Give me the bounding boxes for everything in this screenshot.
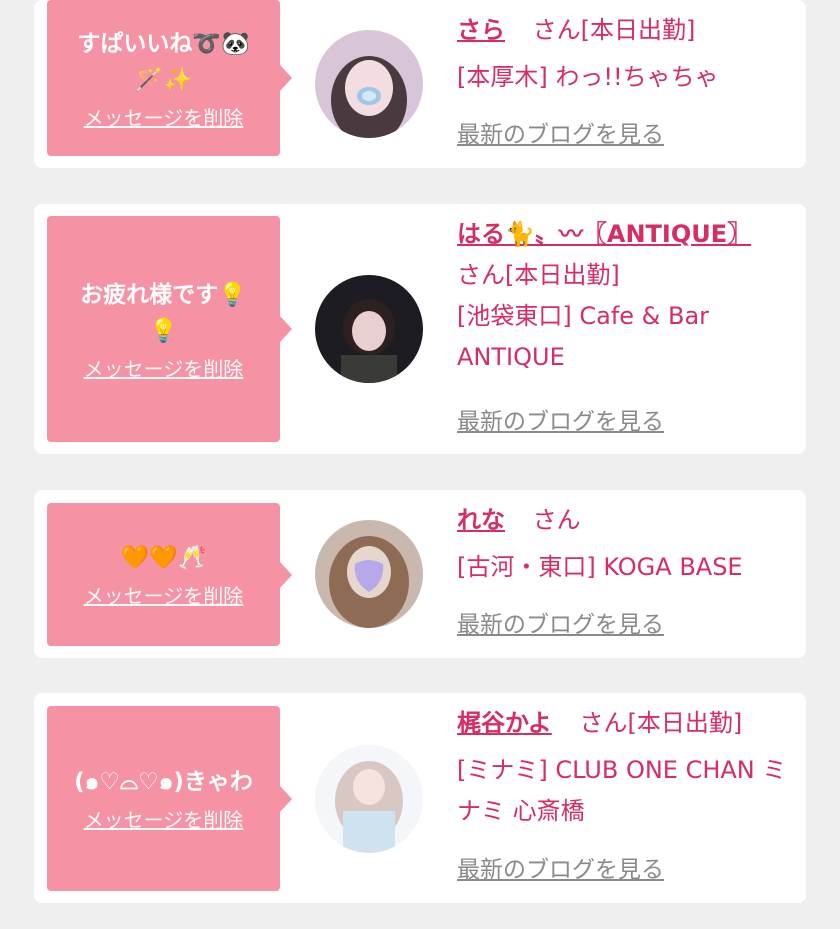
cast-name-line: れな さん [457,500,797,541]
avatar[interactable] [315,30,423,138]
avatar[interactable] [315,275,423,383]
shop-name: [古河・東口] KOGA BASE [457,553,743,581]
blog-row: 最新のブログを見る [457,115,797,156]
cast-info: さら さん[本日出勤] [本厚木] わっ!!ちゃちゃ [457,10,797,98]
shop-name: [池袋東口] Cafe & Bar ANTIQUE [457,302,710,371]
message-bubble: お疲れ様です💡 💡 メッセージを削除 [47,216,292,442]
cast-status: さん[本日出勤] [579,709,743,737]
cast-name-link[interactable]: 梶谷かよ [457,709,552,737]
cast-name-link[interactable]: はる🐈〟〰〖ANTIQUE〗 [457,220,751,248]
message-card: お疲れ様です💡 💡 メッセージを削除 はる🐈〟〰〖ANTIQUE〗 さん[本日出… [34,204,806,454]
avatar-photo [315,520,423,628]
message-card: すぱいいね➰🐼 🪄✨ メッセージを削除 さら さん[本日出勤] [本厚木] わっ… [34,0,806,168]
avatar-photo [315,30,423,138]
cast-name-link[interactable]: さら [457,16,505,44]
cast-status: さん[本日出勤] [457,261,620,289]
latest-blog-link[interactable]: 最新のブログを見る [457,850,664,891]
cast-status: さん[本日出勤] [532,16,696,44]
cast-name-line: はる🐈〟〰〖ANTIQUE〗 [457,214,797,255]
message-text: (๑♡⌓♡๑)きゃわ [74,769,253,795]
blog-row: 最新のブログを見る [457,402,797,443]
latest-blog-link[interactable]: 最新のブログを見る [457,402,664,443]
cast-info: 梶谷かよ さん[本日出勤] [ミナミ] CLUB ONE CHAN ミナミ 心斎… [457,703,797,832]
delete-message-link[interactable]: メッセージを削除 [84,804,244,833]
latest-blog-link[interactable]: 最新のブログを見る [457,115,664,156]
blog-row: 最新のブログを見る [457,605,797,646]
cast-status: さん [532,506,581,534]
cast-name-line: 梶谷かよ さん[本日出勤] [457,703,797,744]
message-text: お疲れ様です💡 💡 [80,281,247,344]
blog-row: 最新のブログを見る [457,850,797,891]
shop-name: [本厚木] わっ!!ちゃちゃ [457,63,719,91]
message-text: すぱいいね➰🐼 🪄✨ [77,30,250,93]
message-bubble: (๑♡⌓♡๑)きゃわ メッセージを削除 [47,706,292,891]
cast-name-link[interactable]: れな [457,506,505,534]
latest-blog-link[interactable]: 最新のブログを見る [457,605,664,646]
delete-message-link[interactable]: メッセージを削除 [84,580,244,609]
shop-name: [ミナミ] CLUB ONE CHAN ミナミ 心斎橋 [457,756,787,825]
cast-name-line: さら さん[本日出勤] [457,10,797,51]
message-text: 🧡🧡🥂 [120,545,207,571]
message-bubble: すぱいいね➰🐼 🪄✨ メッセージを削除 [47,0,292,156]
message-bubble: 🧡🧡🥂 メッセージを削除 [47,503,292,646]
avatar[interactable] [315,520,423,628]
delete-message-link[interactable]: メッセージを削除 [84,353,244,382]
message-card: 🧡🧡🥂 メッセージを削除 れな さん [古河・東口] KOGA BASE 最新の… [34,490,806,658]
delete-message-link[interactable]: メッセージを削除 [84,102,244,131]
avatar-photo [315,745,423,853]
avatar[interactable] [315,745,423,853]
avatar-photo [315,275,423,383]
cast-info: れな さん [古河・東口] KOGA BASE [457,500,797,588]
cast-info: はる🐈〟〰〖ANTIQUE〗 さん[本日出勤] [池袋東口] Cafe & Ba… [457,214,797,378]
message-card: (๑♡⌓♡๑)きゃわ メッセージを削除 梶谷かよ さん[本日出勤] [ミナミ] … [34,693,806,903]
